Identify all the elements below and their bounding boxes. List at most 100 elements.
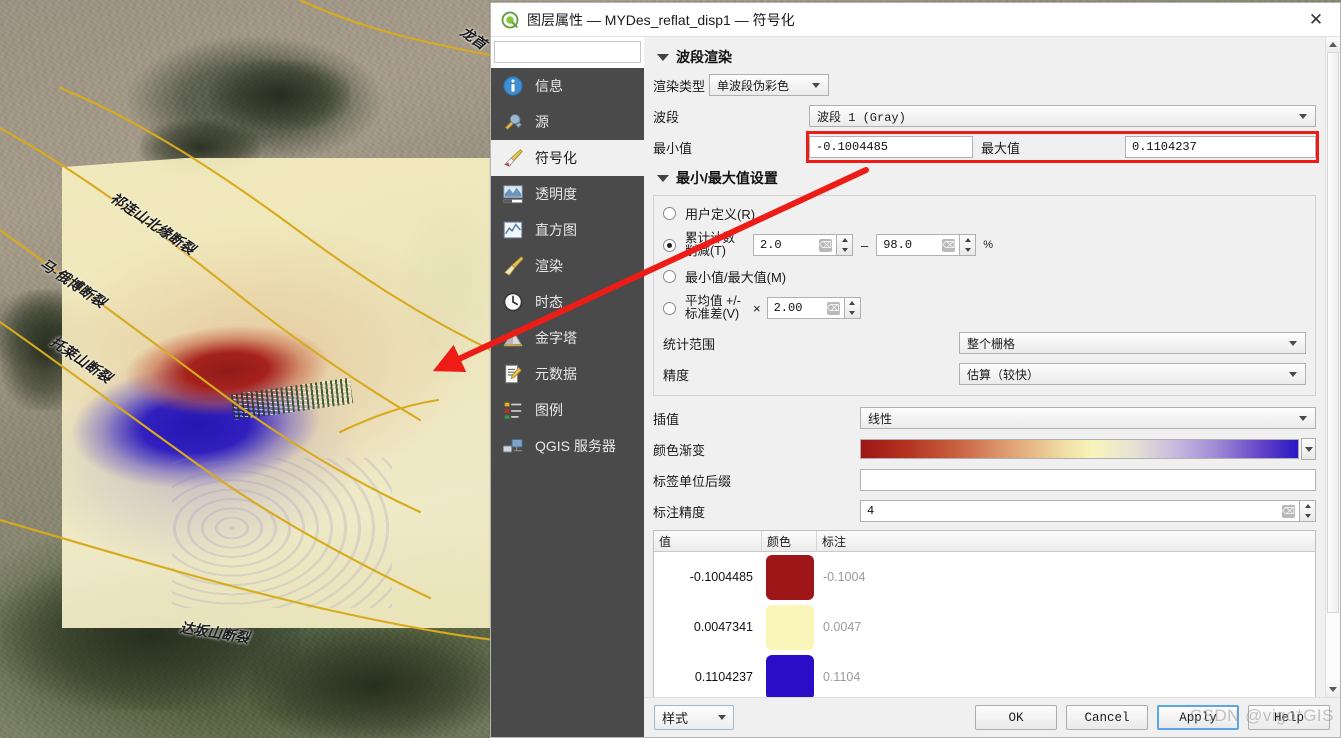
scroll-content: 波段渲染 渲染类型 单波段伪彩色 波段 波段 1 (Gray) 最小值 -0.1… — [644, 37, 1325, 697]
class-label: 0.0047 — [823, 620, 862, 634]
scroll-down-button[interactable] — [1326, 682, 1340, 697]
render-type-select[interactable]: 单波段伪彩色 — [709, 74, 829, 96]
chevron-up-icon — [1329, 42, 1337, 47]
max-value-input[interactable]: 0.1104237 — [1125, 136, 1316, 158]
sidebar-item-label: 时态 — [535, 294, 563, 310]
min-value-input[interactable]: -0.1004485 — [809, 136, 973, 158]
minmax-settings-title: 最小/最大值设置 — [676, 170, 778, 186]
collapse-triangle-icon — [657, 53, 669, 61]
sidebar-item-histogram[interactable]: 直方图 — [491, 212, 644, 248]
statistics-extent-select[interactable]: 整个栅格 — [959, 332, 1306, 354]
stddev-row[interactable]: 平均值 +/- 标准差(V) × 2.00 ⌫ — [663, 295, 1306, 321]
clear-icon[interactable]: ⌫ — [1282, 504, 1295, 518]
properties-sidebar: 信息 源 符号化 透明度 直方图 渲染 时态 金字塔 元数据 图例 QGIS 服… — [491, 37, 661, 737]
cumulative-count-row[interactable]: 累计计数 削减(T) 2.0 ⌫ – 98.0 ⌫ % — [663, 232, 1306, 258]
info-icon — [503, 76, 523, 96]
max-value-label: 最大值 — [981, 140, 1021, 156]
user-defined-radio[interactable] — [663, 207, 676, 220]
clear-icon[interactable]: ⌫ — [819, 238, 832, 252]
sidebar-item-temporal[interactable]: 时态 — [491, 284, 644, 320]
statistics-extent-row: 统计范围 整个栅格 — [663, 332, 1306, 354]
clear-icon[interactable]: ⌫ — [826, 301, 840, 315]
render-type-row: 渲染类型 单波段伪彩色 — [653, 74, 1316, 96]
apply-button[interactable]: Apply — [1157, 705, 1239, 730]
scrollbar-thumb[interactable] — [1327, 52, 1339, 613]
min-value-label: 最小值 — [653, 140, 693, 156]
minmax-option-row[interactable]: 最小值/最大值(M) — [663, 267, 1306, 286]
search-container — [491, 37, 661, 68]
scroll-up-button[interactable] — [1326, 37, 1340, 52]
style-button[interactable]: 样式 — [654, 705, 734, 730]
sidebar-item-symbology[interactable]: 符号化 — [491, 140, 644, 176]
wrench-icon — [505, 114, 522, 130]
style-button-label: 样式 — [662, 711, 689, 726]
minmax-settings-header[interactable]: 最小/最大值设置 — [657, 168, 1316, 188]
color-classes-table[interactable]: 值 颜色 标注 -0.1004485 -0.1004 0.0047341 0.0… — [653, 530, 1316, 697]
cumulative-low-stepper[interactable] — [837, 234, 853, 256]
chevron-down-icon — [1329, 687, 1337, 692]
stddev-input[interactable]: 2.00 ⌫ — [766, 297, 845, 319]
sidebar-item-qgis-server[interactable]: QGIS 服务器 — [491, 428, 644, 464]
accuracy-select[interactable]: 估算（较快） — [959, 363, 1306, 385]
close-icon[interactable]: ✕ — [1296, 5, 1336, 35]
dialog-titlebar: 图层属性 — MYDes_reflat_disp1 — 符号化 ✕ — [491, 3, 1340, 37]
scrollbar-track[interactable] — [1326, 52, 1340, 682]
dialog-footer: 样式 OK Cancel Apply Help CSDN @vigo*GIS — [644, 697, 1340, 737]
sidebar-item-rendering[interactable]: 渲染 — [491, 248, 644, 284]
interpolation-select[interactable]: 线性 — [860, 407, 1316, 429]
sidebar-item-legend[interactable]: 图例 — [491, 392, 644, 428]
sidebar-item-transparency[interactable]: 透明度 — [491, 176, 644, 212]
stddev-stepper[interactable] — [844, 297, 861, 319]
color-swatch[interactable] — [765, 604, 814, 650]
dialog-body: 信息 源 符号化 透明度 直方图 渲染 时态 金字塔 元数据 图例 QGIS 服… — [491, 37, 1340, 737]
vertical-scrollbar[interactable] — [1325, 37, 1340, 697]
color-ramp-preview[interactable] — [860, 439, 1299, 459]
clock-icon — [503, 292, 523, 312]
band-select[interactable]: 波段 1 (Gray) — [809, 105, 1316, 127]
user-defined-row[interactable]: 用户定义(R) — [663, 204, 1306, 223]
search-input[interactable] — [500, 44, 661, 60]
band-rendering-header[interactable]: 波段渲染 — [657, 47, 1316, 67]
color-ramp-dropdown[interactable] — [1301, 438, 1316, 460]
sidebar-item-label: 透明度 — [535, 186, 577, 202]
range-dash: – — [861, 237, 869, 253]
chevron-down-icon — [1299, 415, 1307, 421]
qgis-logo-icon — [501, 11, 519, 28]
color-swatch[interactable] — [765, 654, 814, 697]
table-row[interactable]: 0.1104237 0.1104 — [654, 652, 1315, 697]
table-row[interactable]: 0.0047341 0.0047 — [654, 602, 1315, 652]
accuracy-label: 精度 — [663, 367, 690, 383]
stddev-value: 2.00 — [773, 301, 803, 315]
class-color-cell[interactable] — [762, 554, 817, 600]
ok-button[interactable]: OK — [975, 705, 1057, 730]
interpolation-value: 线性 — [868, 411, 893, 426]
sidebar-item-label: 符号化 — [535, 150, 577, 166]
cumulative-high-stepper[interactable] — [960, 234, 977, 256]
minmax-option-label: 最小值/最大值(M) — [685, 270, 787, 285]
cancel-button[interactable]: Cancel — [1066, 705, 1148, 730]
stddev-radio[interactable] — [663, 301, 676, 315]
sidebar-nav-list: 信息 源 符号化 透明度 直方图 渲染 时态 金字塔 元数据 图例 QGIS 服… — [491, 68, 644, 737]
color-swatch[interactable] — [765, 554, 814, 600]
cumulative-high-input[interactable]: 98.0 ⌫ — [876, 234, 961, 256]
label-precision-input[interactable]: 4 ⌫ — [860, 500, 1300, 522]
class-color-cell[interactable] — [762, 604, 817, 650]
sidebar-item-source[interactable]: 源 — [491, 104, 644, 140]
sidebar-item-metadata[interactable]: 元数据 — [491, 356, 644, 392]
help-button[interactable]: Help — [1248, 705, 1330, 730]
clear-icon[interactable]: ⌫ — [942, 238, 956, 252]
sidebar-item-pyramids[interactable]: 金字塔 — [491, 320, 644, 356]
minmax-option-radio[interactable] — [663, 270, 676, 283]
table-row[interactable]: -0.1004485 -0.1004 — [654, 552, 1315, 602]
cumulative-low-input[interactable]: 2.0 ⌫ — [753, 234, 837, 256]
class-color-cell[interactable] — [762, 654, 817, 697]
interpolation-label: 插值 — [653, 411, 680, 427]
unit-suffix-input[interactable] — [860, 469, 1316, 491]
sidebar-item-label: 渲染 — [535, 258, 563, 274]
class-value: 0.1104237 — [694, 670, 753, 684]
label-precision-stepper[interactable] — [1300, 500, 1316, 522]
search-box[interactable] — [494, 41, 661, 63]
cumulative-count-radio[interactable] — [663, 238, 676, 252]
sidebar-item-info[interactable]: 信息 — [491, 68, 644, 104]
column-header-label: 标注 — [822, 534, 847, 549]
